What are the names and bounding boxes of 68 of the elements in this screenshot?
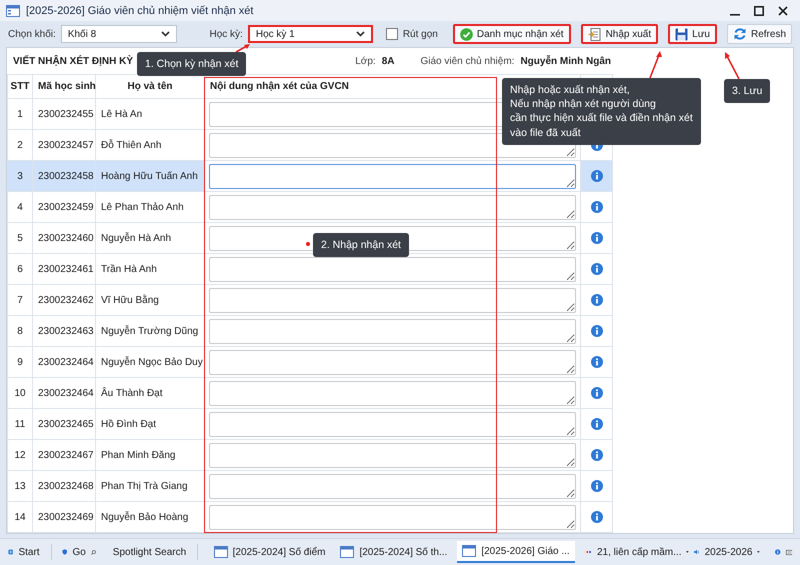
table-cell: 9 bbox=[8, 347, 33, 378]
table-cell: Nguyễn Trường Dũng bbox=[96, 316, 205, 348]
callout-tooltip: 3. Lưu bbox=[724, 79, 770, 104]
table-cell: 2300232460 bbox=[33, 223, 96, 254]
table-cell: Trần Hà Anh bbox=[96, 254, 205, 286]
table-cell: 2300232459 bbox=[33, 192, 96, 224]
taskbar-button[interactable]: [2025-2024] Số điểm bbox=[208, 541, 330, 564]
table-cell: 5 bbox=[8, 223, 33, 254]
window-title: [2025-2026] Giáo viên chủ nhiệm viết nhận xét bbox=[26, 4, 254, 17]
start-label[interactable]: Start bbox=[18, 546, 40, 558]
callout-tooltip: 2. Nhập nhận xét bbox=[313, 233, 409, 258]
table-cell: 2300232463 bbox=[33, 316, 96, 348]
taskbar-button[interactable]: [2025-2024] Số th... bbox=[335, 541, 452, 564]
table-cell: 2300232455 bbox=[33, 99, 96, 130]
table-cell: 2300232461 bbox=[33, 254, 96, 286]
table-cell: 14 bbox=[8, 502, 33, 534]
class-label: Lớp: bbox=[355, 56, 376, 67]
teacher-label: Giáo viên chủ nhiệm: bbox=[420, 56, 514, 67]
table-cell: 2300232467 bbox=[33, 440, 96, 472]
column-header: Mã học sinh bbox=[33, 75, 96, 100]
table-cell: Vĩ Hữu Bằng bbox=[96, 285, 205, 316]
callout-tooltip: Nhập hoặc xuất nhận xét, Nếu nhập nhận xét người dùng cần thực hiện xuất file và điền nhận xét vào file đã xuất bbox=[502, 78, 701, 145]
table-cell: 6 bbox=[8, 254, 33, 286]
table-cell: 12 bbox=[8, 440, 33, 472]
toolbar-button[interactable]: Danh mục nhận xét bbox=[452, 24, 571, 44]
table-cell: 8 bbox=[8, 316, 33, 348]
table-cell: 3 bbox=[8, 161, 33, 192]
table-cell: Lê Hà An bbox=[96, 99, 205, 130]
table-cell: Nguyễn Ngọc Bảo Duy bbox=[96, 347, 205, 378]
table-cell: Hồ Đình Đạt bbox=[96, 409, 205, 440]
table-cell: 10 bbox=[8, 378, 33, 410]
section-title: VIẾT NHẬN XÉT ĐỊNH KỲ bbox=[13, 56, 134, 67]
table-cell: Âu Thành Đạt bbox=[96, 378, 205, 410]
teacher-value: Nguyễn Minh Ngân bbox=[520, 56, 611, 67]
toolbar-button[interactable]: Refresh bbox=[726, 24, 792, 44]
grade-label: Chọn khối: bbox=[8, 28, 56, 40]
term-dropdown[interactable]: Học kỳ 1 bbox=[248, 25, 374, 44]
table-cell: 11 bbox=[8, 409, 33, 440]
year-dropdown[interactable]: 2025-2026 bbox=[704, 546, 752, 558]
table-cell: 2300232462 bbox=[33, 285, 96, 316]
table-cell: 2300232468 bbox=[33, 471, 96, 502]
table-cell: 13 bbox=[8, 471, 33, 502]
table-cell: 2300232465 bbox=[33, 409, 96, 440]
table-cell: Hoàng Hữu Tuấn Anh bbox=[96, 161, 205, 192]
table-cell: Phan Minh Đăng bbox=[96, 440, 205, 472]
table-cell: 2300232469 bbox=[33, 502, 96, 534]
column-header: STT bbox=[8, 75, 33, 100]
table-cell: 2300232464 bbox=[33, 347, 96, 378]
term-label: Học kỳ: bbox=[210, 28, 243, 40]
table-cell: 2300232458 bbox=[33, 161, 96, 192]
taskbar-button[interactable]: [2025-2026] Giáo ... bbox=[457, 541, 575, 564]
toolbar-button[interactable]: Nhập xuất bbox=[580, 24, 658, 44]
table-cell: Nguyễn Hà Anh bbox=[96, 223, 205, 254]
callout-tooltip: 1. Chọn kỳ nhận xét bbox=[137, 52, 246, 76]
table-cell: Phan Thị Trà Giang bbox=[96, 471, 205, 502]
go-label[interactable]: Go bbox=[72, 546, 86, 558]
table-cell: Lê Phan Thảo Anh bbox=[96, 192, 205, 224]
school-dropdown[interactable]: 21, liên cấp mầm... bbox=[596, 546, 682, 558]
table-cell: Nguyễn Bảo Hoàng bbox=[96, 502, 205, 534]
table-cell: 4 bbox=[8, 192, 33, 224]
class-value: 8A bbox=[382, 56, 394, 67]
toolbar-button[interactable]: Lưu bbox=[668, 24, 717, 44]
table-cell: 2300232464 bbox=[33, 378, 96, 410]
grade-dropdown[interactable]: Khối 8 bbox=[60, 25, 176, 44]
spotlight-search-label[interactable]: Spotlight Search bbox=[112, 546, 186, 558]
table-cell: 1 bbox=[8, 99, 33, 130]
collapse-label: Rút gọn bbox=[402, 28, 438, 40]
table-cell: 7 bbox=[8, 285, 33, 316]
